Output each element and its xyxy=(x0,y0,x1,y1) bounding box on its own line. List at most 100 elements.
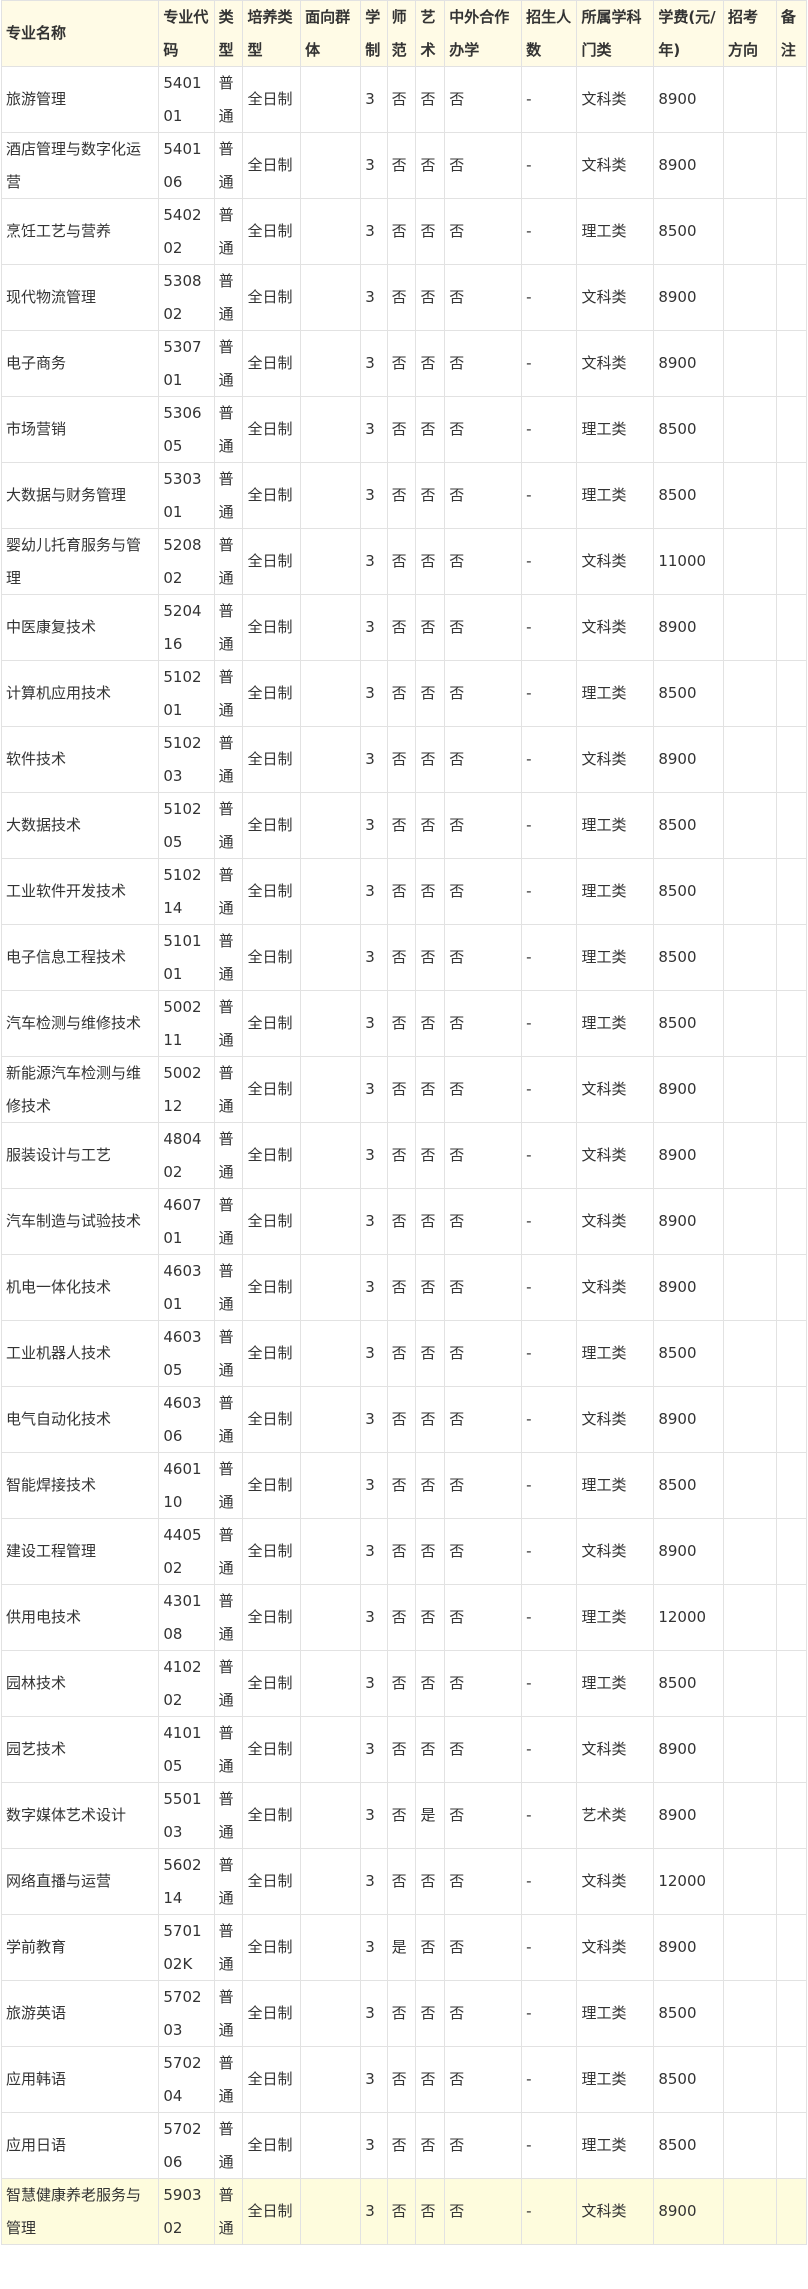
cell-training-type: 全日制 xyxy=(242,1650,302,1717)
cell-major-code: 510205 xyxy=(158,792,215,859)
cell-sino-foreign: 否 xyxy=(444,66,523,133)
cell-type: 普通 xyxy=(213,792,244,859)
cell-art: 否 xyxy=(415,462,446,529)
cell-enrollment: - xyxy=(521,1848,578,1915)
cell-exam-direction xyxy=(723,330,777,397)
cell-major-name: 大数据与财务管理 xyxy=(0,462,160,529)
cell-enrollment: - xyxy=(521,2112,578,2179)
cell-enrollment: - xyxy=(521,1518,578,1585)
cell-subject-category: 文科类 xyxy=(576,330,655,397)
cell-training-type: 全日制 xyxy=(242,1782,302,1849)
cell-training-type: 全日制 xyxy=(242,330,302,397)
cell-sino-foreign: 否 xyxy=(444,1452,523,1519)
cell-sino-foreign: 否 xyxy=(444,1650,523,1717)
cell-training-type: 全日制 xyxy=(242,1452,302,1519)
header-art: 艺术 xyxy=(415,0,446,67)
cell-duration: 3 xyxy=(360,2046,388,2113)
cell-sino-foreign: 否 xyxy=(444,396,523,463)
cell-duration: 3 xyxy=(360,1452,388,1519)
cell-major-code: 510101 xyxy=(158,924,215,991)
cell-enrollment: - xyxy=(521,792,578,859)
cell-tuition: 8900 xyxy=(653,594,724,661)
cell-training-type: 全日制 xyxy=(242,990,302,1057)
cell-exam-direction xyxy=(723,528,777,595)
cell-major-code: 540202 xyxy=(158,198,215,265)
cell-enrollment: - xyxy=(521,1320,578,1387)
cell-type: 普通 xyxy=(213,1320,244,1387)
cell-target-group xyxy=(300,1848,362,1915)
table-body: 旅游管理 540101 普通 全日制 3 否否否 - 文科类 8900 酒店管理与数字化运营 540… xyxy=(0,66,808,2245)
cell-sino-foreign: 否 xyxy=(444,858,523,925)
cell-training-type: 全日制 xyxy=(242,396,302,463)
cell-training-type: 全日制 xyxy=(242,2046,302,2113)
cell-duration: 3 xyxy=(360,1188,388,1255)
cell-major-name: 烹饪工艺与营养 xyxy=(0,198,160,265)
cell-target-group xyxy=(300,1518,362,1585)
cell-subject-category: 理工类 xyxy=(576,990,655,1057)
cell-sino-foreign: 否 xyxy=(444,1584,523,1651)
cell-target-group xyxy=(300,462,362,529)
cell-major-code: 460305 xyxy=(158,1320,215,1387)
cell-subject-category: 理工类 xyxy=(576,1980,655,2047)
cell-type: 普通 xyxy=(213,2112,244,2179)
cell-major-code: 460110 xyxy=(158,1452,215,1519)
cell-major-code: 500211 xyxy=(158,990,215,1057)
table-row: 汽车检测与维修技术 500211 普通 全日制 3 否否否 - 理工类 8500 xyxy=(0,990,808,1057)
cell-art: 否 xyxy=(415,66,446,133)
cell-sino-foreign: 否 xyxy=(444,1056,523,1123)
cell-sino-foreign: 否 xyxy=(444,330,523,397)
cell-remarks xyxy=(775,2178,808,2245)
header-target-group: 面向群体 xyxy=(300,0,362,67)
cell-subject-category: 理工类 xyxy=(576,924,655,991)
cell-tuition: 8500 xyxy=(653,858,724,925)
cell-normal-school: 否 xyxy=(386,1980,417,2047)
cell-type: 普通 xyxy=(213,924,244,991)
cell-major-code: 570203 xyxy=(158,1980,215,2047)
cell-sino-foreign: 否 xyxy=(444,264,523,331)
cell-major-name: 婴幼儿托育服务与管理 xyxy=(0,528,160,595)
cell-normal-school: 否 xyxy=(386,1122,417,1189)
cell-sino-foreign: 否 xyxy=(444,726,523,793)
cell-subject-category: 文科类 xyxy=(576,1254,655,1321)
cell-target-group xyxy=(300,1056,362,1123)
cell-exam-direction xyxy=(723,1518,777,1585)
cell-major-name: 建设工程管理 xyxy=(0,1518,160,1585)
cell-remarks xyxy=(775,924,808,991)
cell-subject-category: 理工类 xyxy=(576,1650,655,1717)
cell-normal-school: 否 xyxy=(386,66,417,133)
cell-exam-direction xyxy=(723,594,777,661)
cell-training-type: 全日制 xyxy=(242,2112,302,2179)
cell-remarks xyxy=(775,1386,808,1453)
cell-type: 普通 xyxy=(213,1056,244,1123)
cell-subject-category: 文科类 xyxy=(576,132,655,199)
table-row: 婴幼儿托育服务与管理 520802 普通 全日制 3 否否否 - 文科类 11000 xyxy=(0,528,808,595)
cell-art: 否 xyxy=(415,1980,446,2047)
cell-sino-foreign: 否 xyxy=(444,1518,523,1585)
cell-sino-foreign: 否 xyxy=(444,924,523,991)
cell-enrollment: - xyxy=(521,990,578,1057)
cell-training-type: 全日制 xyxy=(242,1716,302,1783)
cell-normal-school: 否 xyxy=(386,1584,417,1651)
cell-target-group xyxy=(300,1452,362,1519)
cell-major-name: 汽车检测与维修技术 xyxy=(0,990,160,1057)
cell-training-type: 全日制 xyxy=(242,1122,302,1189)
cell-sino-foreign: 否 xyxy=(444,990,523,1057)
cell-sino-foreign: 否 xyxy=(444,1122,523,1189)
cell-art: 否 xyxy=(415,792,446,859)
table-row: 学前教育 570102K 普通 全日制 3 是否否 - 文科类 8900 xyxy=(0,1914,808,1981)
cell-sino-foreign: 否 xyxy=(444,132,523,199)
cell-enrollment: - xyxy=(521,726,578,793)
cell-major-name: 软件技术 xyxy=(0,726,160,793)
cell-subject-category: 理工类 xyxy=(576,2112,655,2179)
cell-exam-direction xyxy=(723,1056,777,1123)
cell-subject-category: 文科类 xyxy=(576,2178,655,2245)
cell-major-code: 570206 xyxy=(158,2112,215,2179)
header-duration: 学制 xyxy=(360,0,388,67)
cell-remarks xyxy=(775,1056,808,1123)
cell-target-group xyxy=(300,594,362,661)
cell-major-name: 供用电技术 xyxy=(0,1584,160,1651)
cell-type: 普通 xyxy=(213,726,244,793)
cell-type: 普通 xyxy=(213,396,244,463)
table-row: 电子信息工程技术 510101 普通 全日制 3 否否否 - 理工类 8500 xyxy=(0,924,808,991)
cell-remarks xyxy=(775,1584,808,1651)
